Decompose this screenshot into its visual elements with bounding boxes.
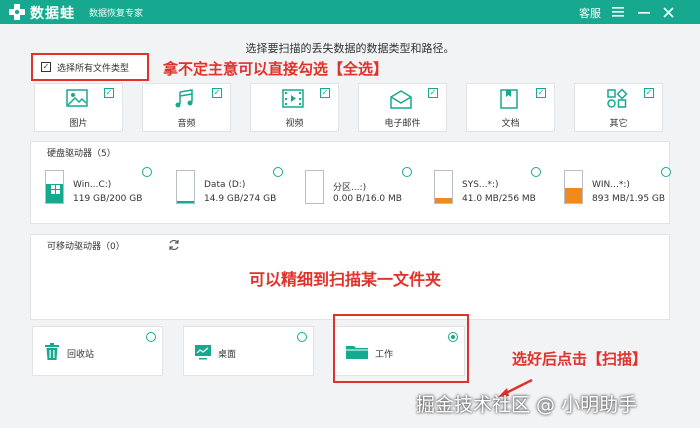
drive-radio[interactable] xyxy=(142,167,152,177)
filetype-checkbox[interactable]: ✓ xyxy=(320,88,330,98)
drive-item[interactable]: Data (D:) 14.9 GB/274 GB xyxy=(176,167,294,210)
annotation-highlight-box xyxy=(333,314,469,383)
drive-usage-fill xyxy=(565,188,582,203)
filetype-label: 电子邮件 xyxy=(384,119,421,129)
drive-size: 0.00 B/16.0 MB xyxy=(333,194,402,204)
windows-logo-icon xyxy=(51,185,60,194)
drive-item[interactable]: Win...C:) 119 GB/200 GB xyxy=(45,167,163,210)
drive-size: 41.0 MB/256 MB xyxy=(462,194,536,204)
drive-size: 119 GB/200 GB xyxy=(73,194,143,204)
music-icon xyxy=(175,89,193,108)
menu-icon[interactable] xyxy=(610,4,626,20)
filetype-image[interactable]: ✓ 图片 xyxy=(34,83,123,132)
drive-icon xyxy=(564,170,583,204)
drive-name: 分区...:) xyxy=(333,183,367,193)
filetype-checkbox[interactable]: ✓ xyxy=(536,88,546,98)
drive-item[interactable]: 分区...:) 0.00 B/16.0 MB xyxy=(305,167,423,210)
checkbox-checked-icon: ✓ xyxy=(41,62,51,72)
drive-size: 893 MB/1.95 GB xyxy=(592,194,666,204)
folder-label: 桌面 xyxy=(218,350,237,360)
close-icon[interactable] xyxy=(660,4,676,20)
select-all-checkbox[interactable]: ✓ 选择所有文件类型 xyxy=(31,53,149,81)
filetype-other[interactable]: ✓ 其它 xyxy=(574,83,663,132)
drive-name: Win...C:) xyxy=(73,180,112,190)
select-all-label: 选择所有文件类型 xyxy=(57,63,130,74)
drive-name: SYS...*:) xyxy=(462,180,499,190)
drive-icon xyxy=(305,170,324,204)
removable-drive-panel-title: 可移动驱动器（0） xyxy=(47,242,125,252)
email-icon xyxy=(390,90,412,109)
drive-icon xyxy=(45,170,64,204)
folder-label: 回收站 xyxy=(67,350,95,360)
watermark: 掘金技术社区 @ 小明助手 xyxy=(416,394,638,416)
folder-radio[interactable] xyxy=(146,332,156,342)
refresh-icon[interactable] xyxy=(168,239,180,251)
folder-desktop[interactable]: 桌面 xyxy=(183,326,314,376)
filetype-document[interactable]: ✓ 文档 xyxy=(466,83,555,132)
image-icon xyxy=(66,89,88,107)
filetype-label: 音频 xyxy=(177,119,196,129)
folder-recycle-bin[interactable]: 回收站 xyxy=(32,326,163,376)
annotation-folder-tip: 可以精细到扫描某一文件夹 xyxy=(249,270,442,289)
filetype-audio[interactable]: ✓ 音频 xyxy=(142,83,231,132)
filetype-label: 其它 xyxy=(609,119,628,129)
support-button[interactable]: 客服 xyxy=(579,5,601,21)
annotation-scan-tip: 选好后点击【扫描】 xyxy=(512,350,648,368)
drive-radio[interactable] xyxy=(273,167,283,177)
document-icon xyxy=(500,89,518,109)
filetype-label: 图片 xyxy=(69,119,88,129)
drive-item[interactable]: WIN...*:) 893 MB/1.95 GB xyxy=(564,167,682,210)
filetype-video[interactable]: ✓ 视频 xyxy=(250,83,339,132)
drive-radio[interactable] xyxy=(661,167,671,177)
app-name: 数据蛙 xyxy=(30,6,75,22)
title-bar: 数据蛙 数据恢复专家 客服 xyxy=(0,0,700,24)
filetype-checkbox[interactable]: ✓ xyxy=(428,88,438,98)
drive-name: WIN...*:) xyxy=(592,180,630,190)
drive-usage-fill xyxy=(177,201,194,203)
filetype-checkbox[interactable]: ✓ xyxy=(212,88,222,98)
drive-usage-fill xyxy=(435,197,452,203)
filetype-label: 视频 xyxy=(285,119,304,129)
filetype-checkbox[interactable]: ✓ xyxy=(644,88,654,98)
other-icon xyxy=(607,88,628,108)
filetype-email[interactable]: ✓ 电子邮件 xyxy=(358,83,447,132)
drive-radio[interactable] xyxy=(402,167,412,177)
drive-radio[interactable] xyxy=(531,167,541,177)
trash-icon xyxy=(45,343,59,360)
drive-icon xyxy=(176,170,195,204)
drive-name: Data (D:) xyxy=(204,180,246,190)
drive-size: 14.9 GB/274 GB xyxy=(204,194,277,204)
hard-drive-panel-title: 硬盘驱动器（5） xyxy=(47,149,116,159)
filetype-checkbox[interactable]: ✓ xyxy=(104,88,114,98)
logo-icon xyxy=(9,4,25,20)
desktop-icon xyxy=(195,345,211,360)
folder-radio[interactable] xyxy=(297,332,307,342)
drive-icon xyxy=(434,170,453,204)
annotation-select-all: 拿不定主意可以直接勾选【全选】 xyxy=(163,60,389,78)
minimize-icon[interactable] xyxy=(636,4,652,20)
app-tagline: 数据恢复专家 xyxy=(89,9,144,19)
video-icon xyxy=(282,89,304,108)
drive-item[interactable]: SYS...*:) 41.0 MB/256 MB xyxy=(434,167,552,210)
filetype-label: 文档 xyxy=(501,119,520,129)
